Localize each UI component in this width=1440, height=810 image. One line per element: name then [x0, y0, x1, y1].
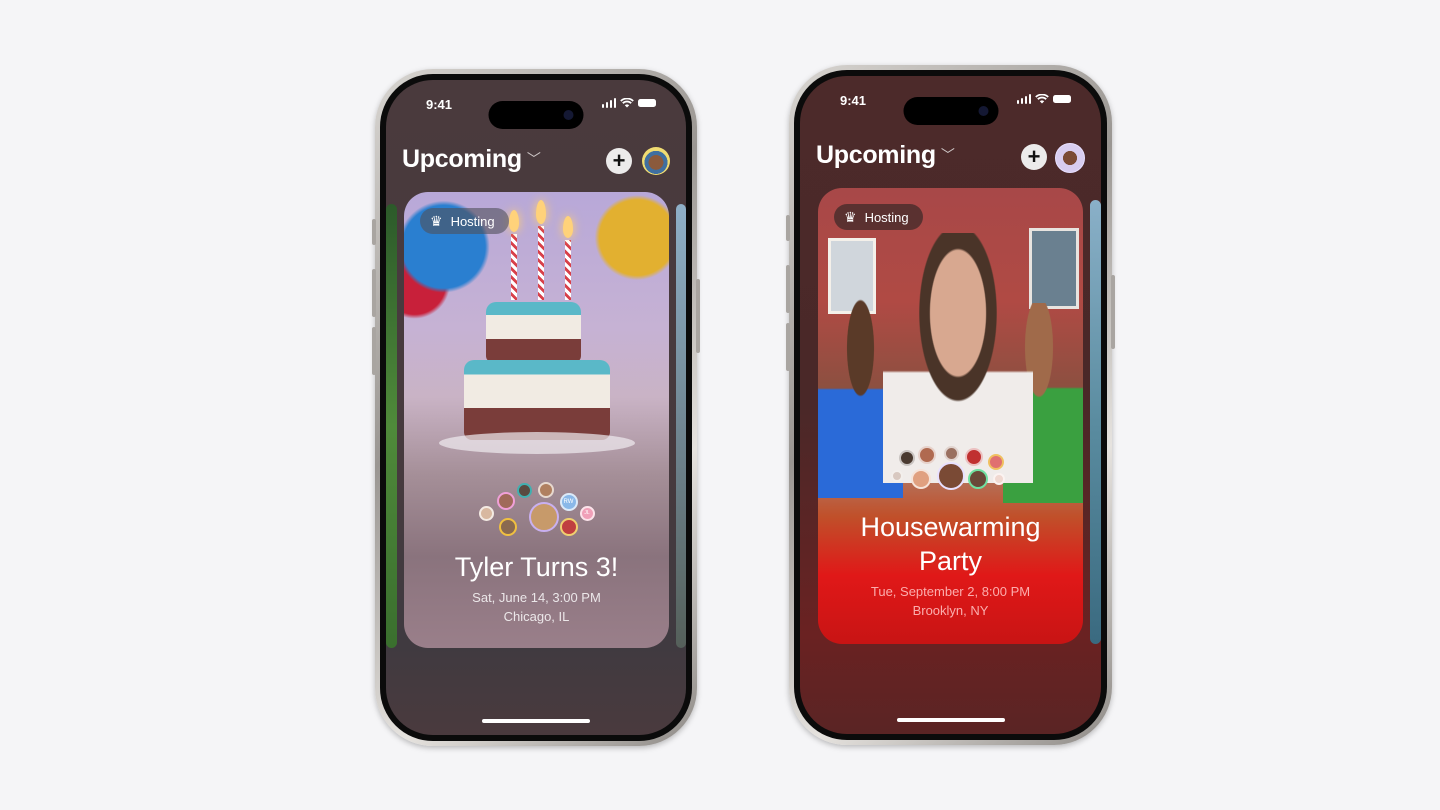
- guest-avatar: [943, 446, 959, 461]
- guest-avatar: [917, 446, 936, 464]
- event-card[interactable]: ♛ Hosting RW JL Tyler Turns 3! Sat, June…: [404, 192, 669, 648]
- guest-avatar: [964, 448, 983, 466]
- guest-avatar: [528, 502, 559, 532]
- camera-icon: [563, 110, 574, 120]
- home-indicator[interactable]: [896, 718, 1005, 722]
- screen: 9:41 Upcoming ﹀ + ♛ Hosting RW JL Tyler …: [386, 80, 686, 735]
- guest-initials-avatar: JL: [579, 506, 595, 521]
- event-details: Housewarming Party Tue, September 2, 8:0…: [818, 510, 1083, 620]
- upcoming-dropdown[interactable]: Upcoming ﹀: [816, 141, 955, 170]
- action-button: [372, 219, 376, 245]
- guest-avatar: [496, 492, 515, 510]
- event-card[interactable]: ♛ Hosting Housewarming Party Tue, Septem…: [818, 188, 1083, 644]
- hosting-badge: ♛ Hosting: [834, 204, 923, 230]
- wifi-icon: [1035, 94, 1049, 104]
- guest-avatar: [498, 518, 517, 536]
- battery-icon: [638, 99, 656, 107]
- upcoming-dropdown[interactable]: Upcoming ﹀: [402, 145, 541, 174]
- event-datetime: Sat, June 14, 3:00 PM: [472, 590, 601, 605]
- dynamic-island: [488, 101, 584, 129]
- camera-icon: [978, 106, 988, 116]
- profile-avatar[interactable]: [642, 147, 670, 175]
- guest-avatars[interactable]: RW JL: [472, 482, 602, 540]
- guest-initials-avatar: RW: [559, 493, 578, 511]
- guest-avatar: [898, 450, 915, 466]
- next-event-card-peek[interactable]: [1090, 200, 1101, 644]
- add-event-button[interactable]: +: [606, 148, 632, 174]
- guest-avatar: [967, 469, 988, 489]
- volume-down-button: [786, 323, 790, 371]
- iphone-left: 9:41 Upcoming ﹀ + ♛ Hosting RW JL Tyler …: [372, 69, 700, 746]
- event-title-line1: Housewarming: [860, 512, 1041, 542]
- header: Upcoming ﹀ +: [816, 136, 1085, 176]
- event-location: Chicago, IL: [503, 609, 570, 624]
- hosting-label: Hosting: [450, 213, 495, 229]
- wifi-icon: [620, 98, 634, 108]
- volume-down-button: [372, 327, 376, 375]
- screen: 9:41 Upcoming ﹀ + ♛ Hosting Housewarming…: [800, 76, 1101, 734]
- guest-avatar: [910, 469, 931, 489]
- profile-avatar[interactable]: [1055, 143, 1085, 173]
- cellular-signal-icon: [1016, 94, 1031, 104]
- power-button: [1111, 275, 1115, 349]
- volume-up-button: [786, 265, 790, 313]
- guest-avatar: [559, 518, 578, 536]
- guest-avatar: [936, 462, 965, 490]
- guest-avatar: [516, 483, 532, 498]
- chevron-down-icon: ﹀: [940, 147, 955, 163]
- crown-icon: ♛: [844, 208, 857, 225]
- guest-avatar: [992, 473, 1005, 485]
- hosting-badge: ♛ Hosting: [420, 208, 509, 234]
- event-title: Tyler Turns 3!: [454, 552, 619, 582]
- previous-event-card-peek[interactable]: [386, 204, 397, 648]
- status-bar: 9:41: [386, 93, 686, 129]
- hosting-label: Hosting: [864, 209, 909, 225]
- header: Upcoming ﹀ +: [402, 140, 670, 180]
- guest-avatar: [478, 506, 494, 521]
- add-event-button[interactable]: +: [1021, 144, 1047, 170]
- chevron-down-icon: ﹀: [526, 151, 541, 167]
- dynamic-island: [903, 97, 998, 125]
- cake-illustration: [439, 200, 635, 462]
- page-title: Upcoming: [402, 145, 522, 173]
- guest-avatar: [987, 454, 1004, 470]
- crown-icon: ♛: [430, 212, 443, 229]
- guest-avatar: [890, 470, 903, 482]
- status-bar: 9:41: [800, 89, 1101, 125]
- battery-icon: [1053, 95, 1071, 103]
- event-datetime: Tue, September 2, 8:00 PM: [870, 584, 1031, 599]
- cellular-signal-icon: [601, 98, 616, 108]
- page-title: Upcoming: [816, 141, 936, 169]
- action-button: [786, 215, 790, 241]
- power-button: [696, 279, 700, 353]
- guest-avatar: [537, 482, 554, 498]
- event-title-line2: Party: [918, 546, 983, 576]
- event-details: Tyler Turns 3! Sat, June 14, 3:00 PM Chi…: [404, 550, 669, 626]
- home-indicator[interactable]: [482, 719, 590, 723]
- volume-up-button: [372, 269, 376, 317]
- status-time: 9:41: [426, 97, 453, 112]
- next-event-card-peek[interactable]: [676, 204, 686, 648]
- status-time: 9:41: [840, 93, 867, 108]
- event-location: Brooklyn, NY: [912, 603, 989, 618]
- iphone-right: 9:41 Upcoming ﹀ + ♛ Hosting Housewarming…: [786, 65, 1115, 745]
- guest-avatars[interactable]: [890, 446, 1011, 496]
